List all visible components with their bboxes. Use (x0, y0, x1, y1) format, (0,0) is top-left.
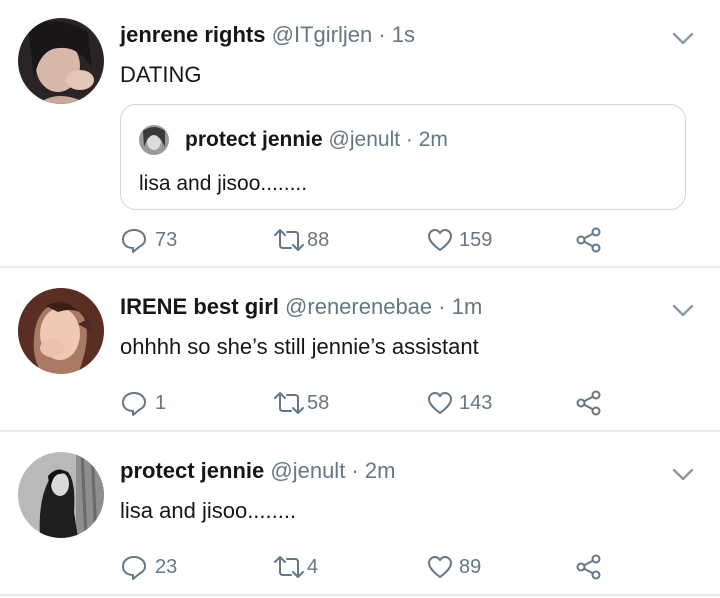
username[interactable]: @renerenebae (285, 294, 432, 319)
separator-dot: · (432, 294, 452, 319)
avatar[interactable] (18, 288, 104, 374)
retweet-icon (274, 229, 304, 251)
avatar[interactable] (18, 18, 104, 104)
reply-icon (122, 229, 146, 253)
quoted-header: protect jennie @jenult · 2m (185, 127, 448, 153)
tweet-text: ohhhh so she’s still jennie’s assistant (120, 334, 479, 359)
reply-icon (122, 556, 146, 580)
avatar[interactable] (18, 452, 104, 538)
timestamp: 2m (418, 128, 448, 151)
like-icon (428, 556, 452, 578)
quoted-tweet[interactable]: protect jennie @jenult · 2m lisa and jis… (120, 104, 686, 210)
separator-dot: · (372, 22, 392, 47)
quoted-text: lisa and jisoo........ (139, 172, 308, 195)
tweet-text: DATING (120, 62, 202, 87)
tweet[interactable]: jenrene rights @ITgirljen · 1s DATING pr… (0, 0, 720, 268)
retweet-button[interactable]: 88 (273, 225, 329, 255)
like-count: 159 (459, 228, 493, 251)
chevron-down-icon[interactable] (672, 304, 694, 318)
display-name: protect jennie (185, 128, 323, 151)
like-button[interactable]: 89 (426, 552, 481, 582)
tweet[interactable]: IRENE best girl @renerenebae · 1m ohhhh … (0, 268, 720, 432)
retweet-count: 4 (307, 555, 319, 578)
share-icon (576, 554, 601, 580)
action-bar: 23 4 89 (120, 552, 620, 582)
retweet-icon (274, 556, 304, 578)
retweet-button[interactable]: 58 (273, 388, 329, 418)
action-bar: 1 58 143 (120, 388, 620, 418)
share-button[interactable] (575, 388, 603, 418)
timestamp[interactable]: 1m (452, 294, 483, 319)
tweet-header: IRENE best girl @renerenebae · 1m (120, 294, 482, 320)
reply-count: 1 (155, 391, 167, 414)
tweet-header: jenrene rights @ITgirljen · 1s (120, 22, 415, 48)
chevron-down-icon[interactable] (672, 32, 694, 46)
chevron-down-icon[interactable] (672, 468, 694, 482)
retweet-count: 88 (307, 228, 330, 251)
tweet[interactable]: protect jennie @jenult · 2m lisa and jis… (0, 432, 720, 596)
timestamp[interactable]: 1s (392, 22, 415, 47)
avatar (139, 125, 169, 155)
reply-button[interactable]: 1 (120, 388, 166, 418)
username: @jenult (328, 128, 401, 151)
username[interactable]: @ITgirljen (272, 22, 373, 47)
separator-dot: · (345, 458, 365, 483)
like-icon (428, 229, 452, 251)
like-button[interactable]: 143 (426, 388, 492, 418)
display-name[interactable]: IRENE best girl (120, 294, 279, 319)
like-count: 143 (459, 391, 493, 414)
retweet-icon (274, 392, 304, 414)
share-button[interactable] (575, 552, 603, 582)
tweet-header: protect jennie @jenult · 2m (120, 458, 395, 484)
retweet-count: 58 (307, 391, 330, 414)
like-button[interactable]: 159 (426, 225, 492, 255)
reply-button[interactable]: 23 (120, 552, 177, 582)
reply-button[interactable]: 73 (120, 225, 177, 255)
timestamp[interactable]: 2m (365, 458, 396, 483)
reply-count: 73 (155, 228, 178, 251)
display-name[interactable]: protect jennie (120, 458, 264, 483)
share-icon (576, 227, 601, 253)
action-bar: 73 88 159 (120, 225, 620, 255)
reply-count: 23 (155, 555, 178, 578)
display-name[interactable]: jenrene rights (120, 22, 265, 47)
share-icon (576, 390, 601, 416)
reply-icon (122, 392, 146, 416)
like-count: 89 (459, 555, 482, 578)
retweet-button[interactable]: 4 (273, 552, 318, 582)
like-icon (428, 392, 452, 414)
separator-dot: · (400, 128, 419, 151)
username[interactable]: @jenult (270, 458, 345, 483)
share-button[interactable] (575, 225, 603, 255)
tweet-text: lisa and jisoo........ (120, 498, 297, 523)
